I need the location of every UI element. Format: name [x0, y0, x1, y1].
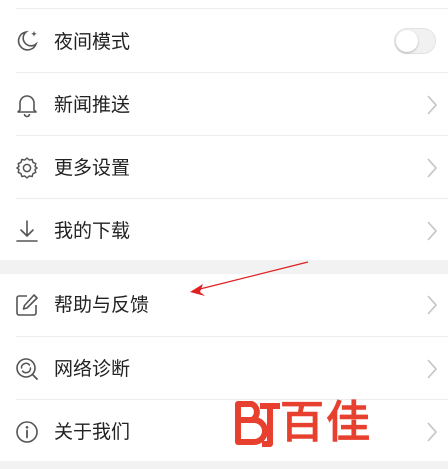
divider	[16, 72, 448, 73]
settings-item-label: 关于我们	[54, 421, 131, 443]
gear-icon	[16, 157, 38, 179]
edit-icon	[16, 294, 38, 316]
chevron-right-icon	[427, 221, 438, 241]
toggle-knob	[396, 30, 418, 52]
settings-item-about-us[interactable]: 关于我们	[0, 407, 448, 457]
night-mode-row: 夜间模式	[0, 18, 448, 66]
chevron-right-icon	[427, 295, 438, 315]
top-divider	[16, 8, 448, 9]
moon-icon	[17, 30, 38, 51]
night-mode-toggle[interactable]	[394, 28, 436, 54]
settings-item-label: 我的下载	[54, 220, 131, 242]
chevron-right-icon	[427, 359, 438, 379]
chevron-right-icon	[427, 422, 438, 442]
divider	[16, 135, 448, 136]
divider	[16, 399, 448, 400]
section-gap	[0, 260, 448, 274]
settings-item-my-downloads[interactable]: 我的下载	[0, 206, 448, 256]
download-icon	[16, 220, 38, 242]
settings-item-label: 网络诊断	[54, 358, 131, 380]
network-diagnosis-icon	[16, 358, 38, 380]
settings-item-label: 新闻推送	[54, 94, 131, 116]
info-icon	[16, 421, 38, 443]
divider	[16, 198, 448, 199]
chevron-right-icon	[427, 95, 438, 115]
night-mode-label: 夜间模式	[54, 31, 131, 53]
watermark-logo-icon	[235, 401, 280, 447]
settings-item-label: 更多设置	[54, 157, 131, 179]
settings-item-label: 帮助与反馈	[54, 294, 150, 316]
chevron-right-icon	[427, 158, 438, 178]
settings-item-news-push[interactable]: 新闻推送	[0, 80, 448, 130]
divider	[16, 336, 448, 337]
settings-item-network-diagnosis[interactable]: 网络诊断	[0, 344, 448, 394]
settings-item-more-settings[interactable]: 更多设置	[0, 143, 448, 193]
settings-item-help-feedback[interactable]: 帮助与反馈	[0, 280, 448, 330]
watermark-text: 百佳	[280, 397, 372, 448]
bottom-gap	[0, 461, 448, 469]
bell-icon	[17, 95, 37, 118]
